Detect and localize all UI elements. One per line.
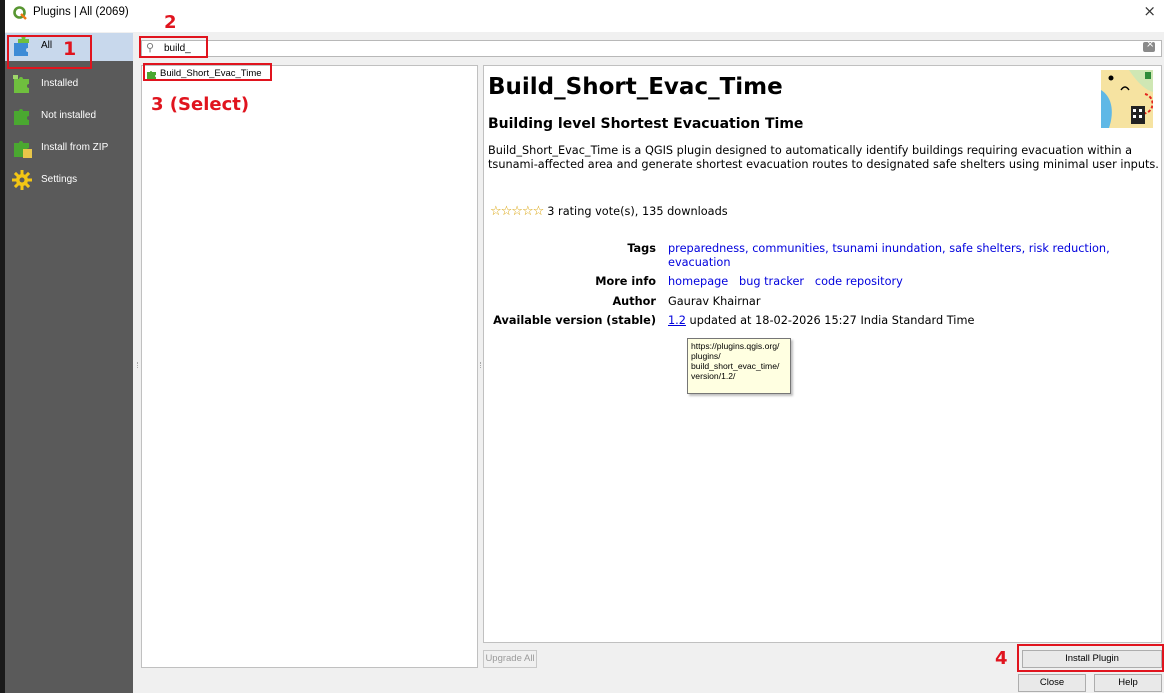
splitter-handle[interactable]: [480, 362, 482, 368]
sidebar-item-installed[interactable]: Installed: [5, 71, 133, 99]
tooltip-line: https://plugins.qgis.org/: [691, 341, 780, 351]
code-repository-link[interactable]: code repository: [815, 275, 903, 288]
upgrade-all-button[interactable]: Upgrade All: [483, 650, 537, 668]
available-version-label: Available version (stable): [493, 314, 656, 327]
version-updated-text: updated at 18-02-2026 15:27 India Standa…: [685, 314, 975, 327]
plugins-not-installed-icon: [14, 109, 29, 125]
tooltip-line: build_short_evac_time/: [691, 361, 780, 371]
settings-gear-icon: [12, 170, 32, 190]
close-window-button[interactable]: ×: [1143, 2, 1156, 20]
annotation-step-3: 3 (Select): [151, 94, 250, 115]
annotation-step-1: 1: [63, 38, 77, 60]
author-label: Author: [612, 295, 656, 308]
tag-evacuation-link[interactable]: evacuation: [668, 256, 731, 269]
window-title: Plugins | All (2069): [33, 6, 129, 18]
plugin-logo-icon: [1101, 70, 1153, 128]
rating-text: 3 rating vote(s), 135 downloads: [547, 205, 728, 218]
sidebar-item-not-installed[interactable]: Not installed: [5, 103, 133, 131]
plugin-description: Build_Short_Evac_Time is a QGIS plugin d…: [488, 144, 1159, 171]
version-link[interactable]: 1.2: [668, 314, 686, 327]
sidebar: All Installed Not installed Install from…: [5, 33, 133, 693]
plugin-name: Build_Short_Evac_Time: [488, 74, 783, 100]
sidebar-item-label: Not installed: [41, 110, 97, 121]
bug-tracker-link[interactable]: bug tracker: [739, 275, 804, 288]
splitter-handle[interactable]: [137, 362, 139, 368]
plugins-dialog: Plugins | All (2069) × All Installed Not…: [0, 0, 1164, 693]
author-value: Gaurav Khairnar: [668, 295, 761, 308]
homepage-link[interactable]: homepage: [668, 275, 728, 288]
annotation-step-2: 2: [164, 12, 177, 33]
sidebar-item-install-from-zip[interactable]: Install from ZIP: [5, 135, 133, 163]
rating-stars: ☆☆☆☆☆: [490, 204, 544, 219]
plugin-details-panel: Build_Short_Evac_Time Building level Sho…: [483, 65, 1162, 643]
search-input[interactable]: ⚲ build_: [141, 39, 1162, 57]
annotation-box-3: [143, 63, 272, 81]
help-button[interactable]: Help: [1094, 674, 1162, 692]
tooltip-line: plugins/: [691, 351, 721, 361]
plugin-subtitle: Building level Shortest Evacuation Time: [488, 116, 804, 132]
tags-label: Tags: [627, 242, 656, 255]
annotation-box-4: [1017, 644, 1164, 672]
sidebar-item-settings[interactable]: Settings: [5, 167, 133, 195]
sidebar-item-label: Settings: [41, 174, 78, 185]
plugin-list[interactable]: Build_Short_Evac_Time: [141, 65, 478, 668]
clear-icon[interactable]: [1143, 39, 1155, 52]
more-info-label: More info: [595, 275, 656, 288]
sidebar-item-label: Installed: [41, 78, 79, 89]
qgis-logo-icon: [13, 6, 27, 20]
url-tooltip: https://plugins.qgis.org/ plugins/ build…: [687, 338, 791, 394]
install-zip-icon: [14, 141, 32, 158]
tooltip-line: version/1.2/: [691, 371, 736, 381]
more-info-links: homepage bug tracker code repository: [668, 275, 903, 288]
annotation-box-1: [7, 35, 92, 69]
tags-links[interactable]: preparedness, communities, tsunami inund…: [668, 242, 1110, 255]
title-bar: Plugins | All (2069) ×: [5, 0, 1164, 32]
close-button[interactable]: Close: [1018, 674, 1086, 692]
plugins-installed-icon: [13, 75, 29, 93]
rating-row: ☆☆☆☆☆ 3 rating vote(s), 135 downloads: [490, 204, 728, 219]
annotation-box-2: [139, 36, 208, 58]
sidebar-item-label: Install from ZIP: [41, 142, 109, 153]
available-version-value: 1.2 updated at 18-02-2026 15:27 India St…: [668, 314, 974, 327]
annotation-step-4: 4: [995, 648, 1008, 669]
